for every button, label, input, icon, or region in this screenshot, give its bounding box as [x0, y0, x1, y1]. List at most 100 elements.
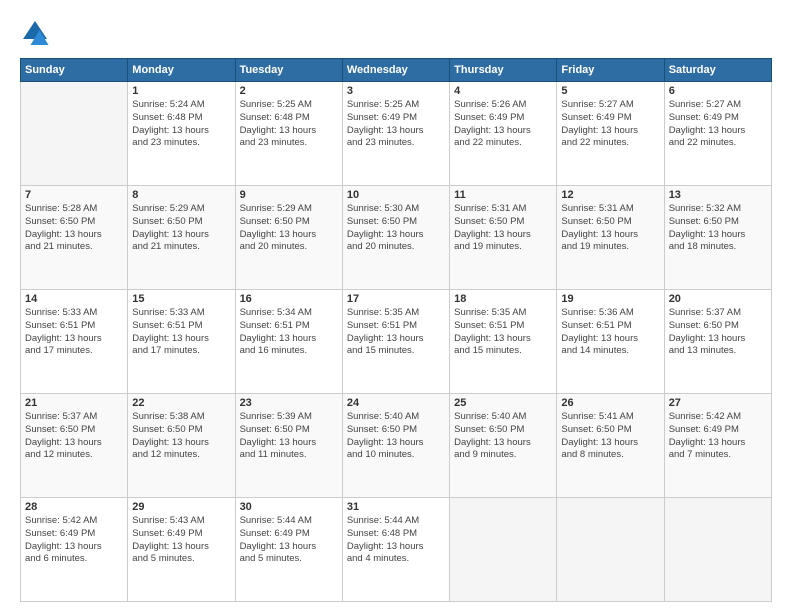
- day-number: 13: [669, 189, 767, 201]
- calendar-week-row: 7 Sunrise: 5:28 AM Sunset: 6:50 PM Daylig…: [21, 186, 772, 290]
- day-number: 28: [25, 501, 123, 513]
- day-number: 8: [132, 189, 230, 201]
- calendar-day-header: Sunday: [21, 59, 128, 82]
- calendar-cell: 28 Sunrise: 5:42 AM Sunset: 6:49 PM Dayli…: [21, 498, 128, 602]
- day-info: Sunrise: 5:40 AM Sunset: 6:50 PM Dayligh…: [454, 411, 552, 462]
- day-number: 18: [454, 293, 552, 305]
- day-info: Sunrise: 5:28 AM Sunset: 6:50 PM Dayligh…: [25, 203, 123, 254]
- calendar-cell: 24 Sunrise: 5:40 AM Sunset: 6:50 PM Dayli…: [342, 394, 449, 498]
- calendar-cell: [557, 498, 664, 602]
- day-info: Sunrise: 5:27 AM Sunset: 6:49 PM Dayligh…: [669, 99, 767, 150]
- calendar-cell: 23Sunrise: 5:39 AM Sunset: 6:50 PM Dayli…: [235, 394, 342, 498]
- calendar-cell: 4 Sunrise: 5:26 AM Sunset: 6:49 PM Daylig…: [450, 82, 557, 186]
- logo-icon: [20, 18, 50, 48]
- calendar-cell: 14 Sunrise: 5:33 AM Sunset: 6:51 PM Dayli…: [21, 290, 128, 394]
- day-info: Sunrise: 5:29 AM Sunset: 6:50 PM Dayligh…: [132, 203, 230, 254]
- calendar-cell: 26 Sunrise: 5:41 AM Sunset: 6:50 PM Dayli…: [557, 394, 664, 498]
- day-info: Sunrise: 5:40 AM Sunset: 6:50 PM Dayligh…: [347, 411, 445, 462]
- page: SundayMondayTuesdayWednesdayThursdayFrid…: [0, 0, 792, 612]
- day-number: 4: [454, 85, 552, 97]
- day-info: Sunrise: 5:37 AM Sunset: 6:50 PM Dayligh…: [25, 411, 123, 462]
- calendar-cell: [450, 498, 557, 602]
- day-info: Sunrise: 5:38 AM Sunset: 6:50 PM Dayligh…: [132, 411, 230, 462]
- calendar-cell: 17Sunrise: 5:35 AM Sunset: 6:51 PM Dayli…: [342, 290, 449, 394]
- day-info: Sunrise: 5:34 AM Sunset: 6:51 PM Dayligh…: [240, 307, 338, 358]
- day-number: 27: [669, 397, 767, 409]
- day-number: 3: [347, 85, 445, 97]
- calendar-cell: 9Sunrise: 5:29 AM Sunset: 6:50 PM Daylig…: [235, 186, 342, 290]
- day-number: 7: [25, 189, 123, 201]
- calendar-cell: 12 Sunrise: 5:31 AM Sunset: 6:50 PM Dayli…: [557, 186, 664, 290]
- calendar-day-header: Saturday: [664, 59, 771, 82]
- day-number: 2: [240, 85, 338, 97]
- day-info: Sunrise: 5:43 AM Sunset: 6:49 PM Dayligh…: [132, 515, 230, 566]
- day-number: 14: [25, 293, 123, 305]
- day-number: 1: [132, 85, 230, 97]
- day-number: 30: [240, 501, 338, 513]
- calendar-cell: 18 Sunrise: 5:35 AM Sunset: 6:51 PM Dayli…: [450, 290, 557, 394]
- logo: [20, 18, 54, 48]
- calendar-cell: [664, 498, 771, 602]
- calendar-cell: 19 Sunrise: 5:36 AM Sunset: 6:51 PM Dayli…: [557, 290, 664, 394]
- calendar-week-row: 28 Sunrise: 5:42 AM Sunset: 6:49 PM Dayli…: [21, 498, 772, 602]
- day-number: 12: [561, 189, 659, 201]
- day-info: Sunrise: 5:44 AM Sunset: 6:48 PM Dayligh…: [347, 515, 445, 566]
- day-info: Sunrise: 5:24 AM Sunset: 6:48 PM Dayligh…: [132, 99, 230, 150]
- calendar-cell: 5Sunrise: 5:27 AM Sunset: 6:49 PM Daylig…: [557, 82, 664, 186]
- calendar-week-row: 21 Sunrise: 5:37 AM Sunset: 6:50 PM Dayli…: [21, 394, 772, 498]
- calendar-cell: 15 Sunrise: 5:33 AM Sunset: 6:51 PM Dayli…: [128, 290, 235, 394]
- day-info: Sunrise: 5:33 AM Sunset: 6:51 PM Dayligh…: [25, 307, 123, 358]
- calendar-cell: 10 Sunrise: 5:30 AM Sunset: 6:50 PM Dayli…: [342, 186, 449, 290]
- calendar-cell: 20 Sunrise: 5:37 AM Sunset: 6:50 PM Dayli…: [664, 290, 771, 394]
- calendar-cell: 13Sunrise: 5:32 AM Sunset: 6:50 PM Dayli…: [664, 186, 771, 290]
- day-info: Sunrise: 5:26 AM Sunset: 6:49 PM Dayligh…: [454, 99, 552, 150]
- calendar-cell: 22 Sunrise: 5:38 AM Sunset: 6:50 PM Dayli…: [128, 394, 235, 498]
- calendar-cell: 8 Sunrise: 5:29 AM Sunset: 6:50 PM Daylig…: [128, 186, 235, 290]
- calendar-cell: 7 Sunrise: 5:28 AM Sunset: 6:50 PM Daylig…: [21, 186, 128, 290]
- day-info: Sunrise: 5:30 AM Sunset: 6:50 PM Dayligh…: [347, 203, 445, 254]
- calendar-day-header: Friday: [557, 59, 664, 82]
- day-number: 26: [561, 397, 659, 409]
- day-info: Sunrise: 5:37 AM Sunset: 6:50 PM Dayligh…: [669, 307, 767, 358]
- calendar-cell: 21 Sunrise: 5:37 AM Sunset: 6:50 PM Dayli…: [21, 394, 128, 498]
- calendar-cell: 2Sunrise: 5:25 AM Sunset: 6:48 PM Daylig…: [235, 82, 342, 186]
- calendar-cell: 3Sunrise: 5:25 AM Sunset: 6:49 PM Daylig…: [342, 82, 449, 186]
- day-number: 31: [347, 501, 445, 513]
- day-info: Sunrise: 5:35 AM Sunset: 6:51 PM Dayligh…: [454, 307, 552, 358]
- header: [20, 18, 772, 48]
- calendar-day-header: Monday: [128, 59, 235, 82]
- day-info: Sunrise: 5:33 AM Sunset: 6:51 PM Dayligh…: [132, 307, 230, 358]
- day-number: 29: [132, 501, 230, 513]
- day-number: 17: [347, 293, 445, 305]
- day-info: Sunrise: 5:44 AM Sunset: 6:49 PM Dayligh…: [240, 515, 338, 566]
- day-info: Sunrise: 5:42 AM Sunset: 6:49 PM Dayligh…: [25, 515, 123, 566]
- calendar-day-header: Wednesday: [342, 59, 449, 82]
- day-number: 23: [240, 397, 338, 409]
- day-number: 16: [240, 293, 338, 305]
- day-number: 22: [132, 397, 230, 409]
- day-number: 15: [132, 293, 230, 305]
- day-info: Sunrise: 5:31 AM Sunset: 6:50 PM Dayligh…: [561, 203, 659, 254]
- calendar-week-row: 1 Sunrise: 5:24 AM Sunset: 6:48 PM Daylig…: [21, 82, 772, 186]
- day-number: 6: [669, 85, 767, 97]
- day-number: 20: [669, 293, 767, 305]
- day-info: Sunrise: 5:41 AM Sunset: 6:50 PM Dayligh…: [561, 411, 659, 462]
- calendar-cell: 11 Sunrise: 5:31 AM Sunset: 6:50 PM Dayli…: [450, 186, 557, 290]
- day-info: Sunrise: 5:31 AM Sunset: 6:50 PM Dayligh…: [454, 203, 552, 254]
- calendar-cell: 16 Sunrise: 5:34 AM Sunset: 6:51 PM Dayli…: [235, 290, 342, 394]
- calendar-week-row: 14 Sunrise: 5:33 AM Sunset: 6:51 PM Dayli…: [21, 290, 772, 394]
- day-number: 21: [25, 397, 123, 409]
- calendar-cell: 27Sunrise: 5:42 AM Sunset: 6:49 PM Dayli…: [664, 394, 771, 498]
- day-number: 25: [454, 397, 552, 409]
- day-number: 10: [347, 189, 445, 201]
- day-number: 9: [240, 189, 338, 201]
- calendar-cell: 25 Sunrise: 5:40 AM Sunset: 6:50 PM Dayli…: [450, 394, 557, 498]
- day-number: 5: [561, 85, 659, 97]
- day-info: Sunrise: 5:36 AM Sunset: 6:51 PM Dayligh…: [561, 307, 659, 358]
- calendar-cell: 6 Sunrise: 5:27 AM Sunset: 6:49 PM Daylig…: [664, 82, 771, 186]
- day-number: 19: [561, 293, 659, 305]
- day-number: 11: [454, 189, 552, 201]
- calendar-cell: 30 Sunrise: 5:44 AM Sunset: 6:49 PM Dayli…: [235, 498, 342, 602]
- day-number: 24: [347, 397, 445, 409]
- calendar-header-row: SundayMondayTuesdayWednesdayThursdayFrid…: [21, 59, 772, 82]
